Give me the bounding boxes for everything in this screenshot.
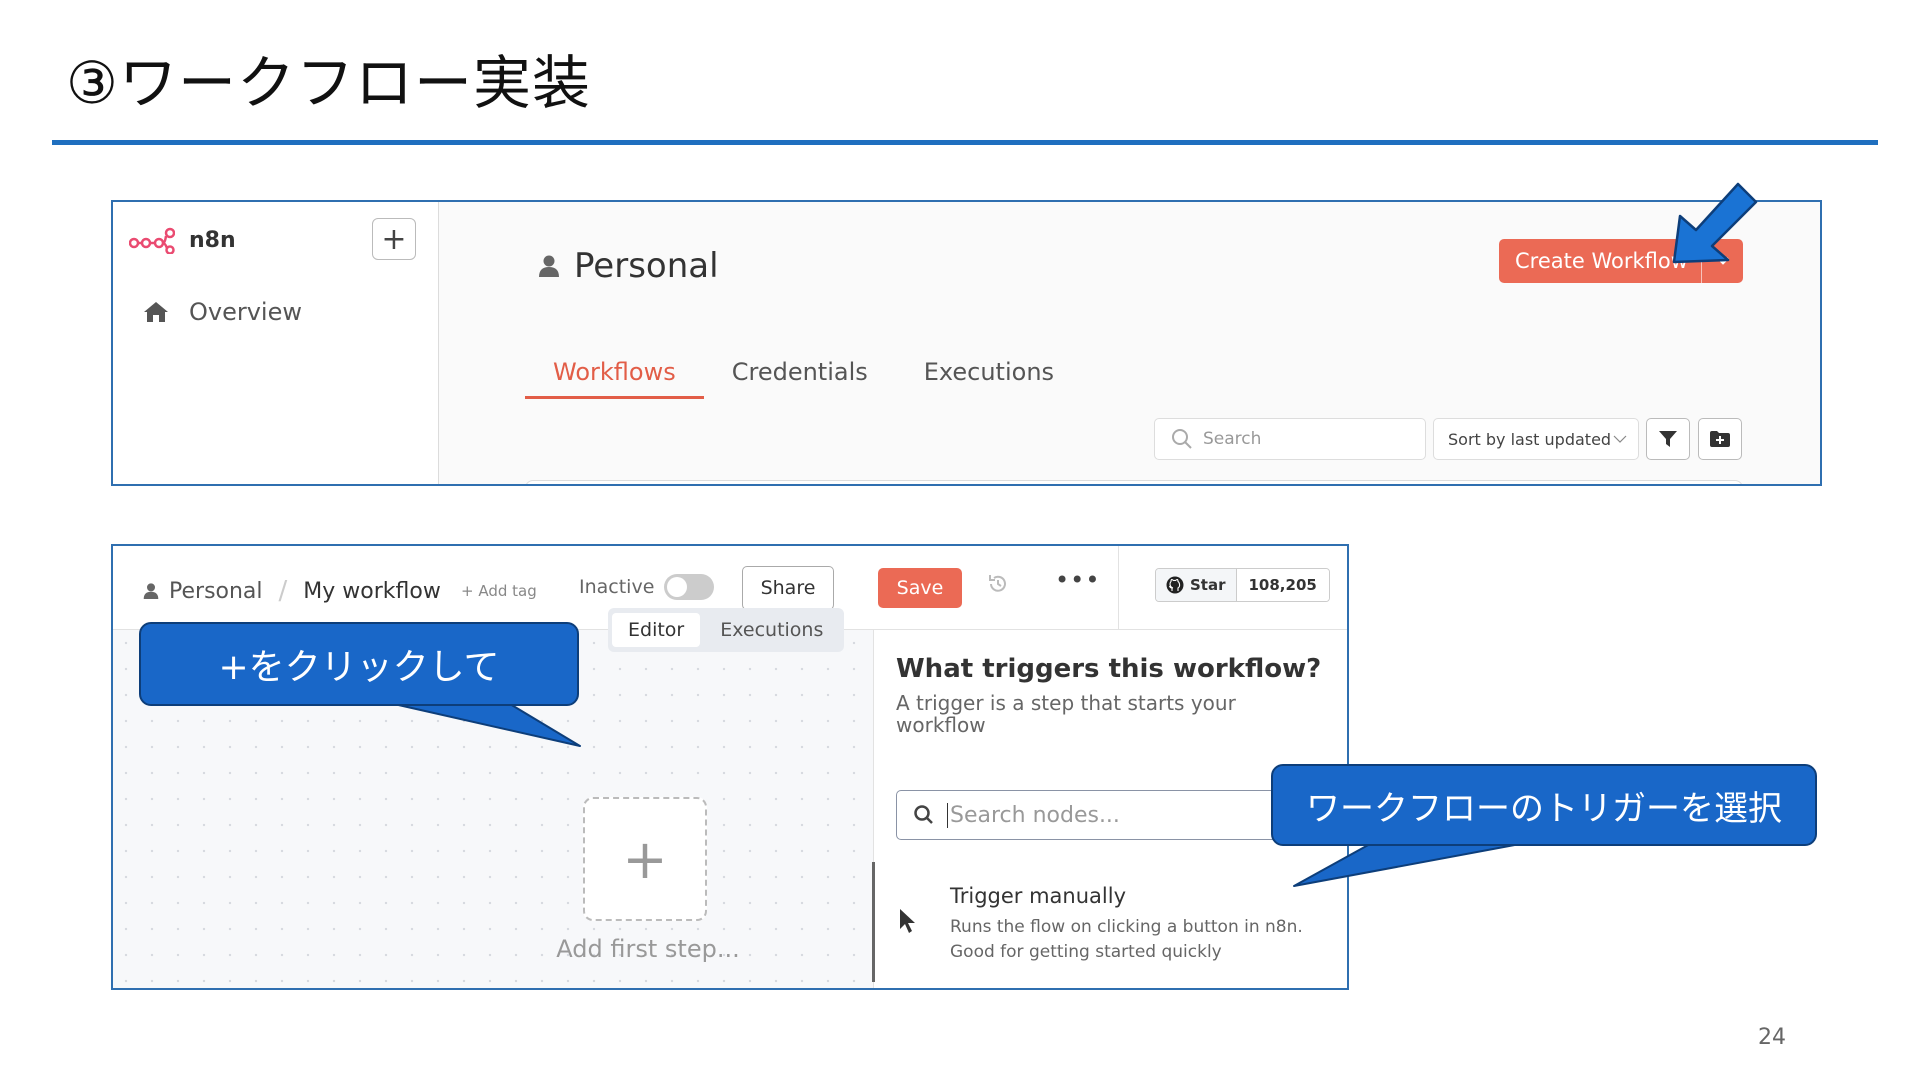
add-button[interactable]: + [372, 218, 416, 260]
app-name: n8n [189, 227, 236, 253]
node-search-placeholder: Search nodes... [947, 802, 1120, 828]
page-title: Personal [538, 246, 719, 286]
callout-click-plus: +をクリックして [139, 622, 579, 706]
tab-executions[interactable]: Executions [896, 358, 1082, 399]
create-workflow-label: Create Workflow [1515, 249, 1688, 273]
search-input[interactable]: Search [1154, 418, 1426, 460]
breadcrumb-project[interactable]: Personal [169, 579, 263, 604]
history-icon[interactable] [986, 572, 1010, 602]
sidebar: n8n + Overview [113, 202, 439, 484]
active-toggle-group: Inactive [579, 574, 715, 600]
save-button[interactable]: Save [878, 568, 962, 608]
add-tag-link[interactable]: + Add tag [461, 582, 537, 600]
trigger-manual-description: Runs the flow on clicking a button in n8… [950, 917, 1303, 962]
search-placeholder: Search [1203, 429, 1262, 449]
title-divider [52, 140, 1878, 145]
sidebar-item-label: Overview [189, 298, 302, 326]
panel-resize-handle[interactable] [872, 862, 875, 982]
cursor-icon [898, 908, 916, 938]
workflow-name[interactable]: My workflow [303, 579, 441, 604]
more-options-button[interactable]: ••• [1055, 566, 1100, 594]
user-icon [143, 583, 159, 599]
add-first-step-label: Add first step... [556, 935, 740, 963]
n8n-logo-icon [129, 227, 175, 254]
n8n-overview-screenshot: n8n + Overview Personal Create Workflow … [111, 200, 1822, 486]
active-toggle[interactable] [664, 574, 715, 600]
folder-plus-icon [1710, 431, 1730, 447]
tab-editor[interactable]: Editor [612, 613, 701, 647]
sort-dropdown[interactable]: Sort by last updated [1433, 418, 1639, 460]
page-number: 24 [1758, 1025, 1786, 1050]
search-icon [914, 805, 933, 824]
new-folder-button[interactable] [1698, 418, 1742, 460]
status-label: Inactive [579, 576, 655, 598]
panel-title: What triggers this workflow? [896, 654, 1322, 684]
github-star-button[interactable]: Star 108,205 [1155, 568, 1330, 602]
filter-icon [1659, 431, 1677, 447]
app-logo[interactable]: n8n [129, 226, 236, 254]
github-star-label: Star [1156, 569, 1237, 601]
header-divider [1118, 546, 1119, 630]
sort-label: Sort by last updated [1448, 429, 1612, 449]
star-count: 108,205 [1236, 569, 1329, 601]
home-icon [144, 302, 168, 322]
add-first-step-button[interactable]: + [583, 797, 707, 921]
workflow-editor-screenshot: Personal / My workflow + Add tag Inactiv… [111, 544, 1349, 990]
chevron-down-icon [1613, 435, 1627, 443]
sidebar-item-overview[interactable]: Overview [143, 298, 302, 326]
filter-button[interactable] [1646, 418, 1690, 460]
breadcrumb-separator: / [278, 576, 288, 606]
tab-executions[interactable]: Executions [704, 613, 839, 647]
tab-credentials[interactable]: Credentials [704, 358, 896, 399]
workflow-list [525, 480, 1743, 484]
callout-select-trigger: ワークフローのトリガーを選択 [1271, 764, 1817, 846]
star-label: Star [1190, 576, 1226, 594]
user-icon [539, 255, 559, 277]
trigger-manual-title[interactable]: Trigger manually [950, 884, 1126, 908]
page-title-text: Personal [574, 246, 719, 286]
arrow-down-left-icon [1672, 182, 1758, 264]
node-search-input[interactable]: Search nodes... [896, 790, 1316, 840]
share-button[interactable]: Share [742, 566, 834, 610]
slide-title: ③ワークフロー実装 [66, 49, 591, 117]
mode-switch: Editor Executions [608, 608, 844, 652]
github-icon [1166, 576, 1184, 594]
breadcrumb: Personal / My workflow [143, 576, 441, 606]
tab-bar: Workflows Credentials Executions [525, 358, 1082, 399]
callout-pointer [1293, 843, 1521, 887]
tab-workflows[interactable]: Workflows [525, 358, 704, 399]
callout-pointer [393, 703, 581, 747]
search-icon [1172, 429, 1192, 449]
panel-subtitle: A trigger is a step that starts your wor… [896, 691, 1236, 737]
